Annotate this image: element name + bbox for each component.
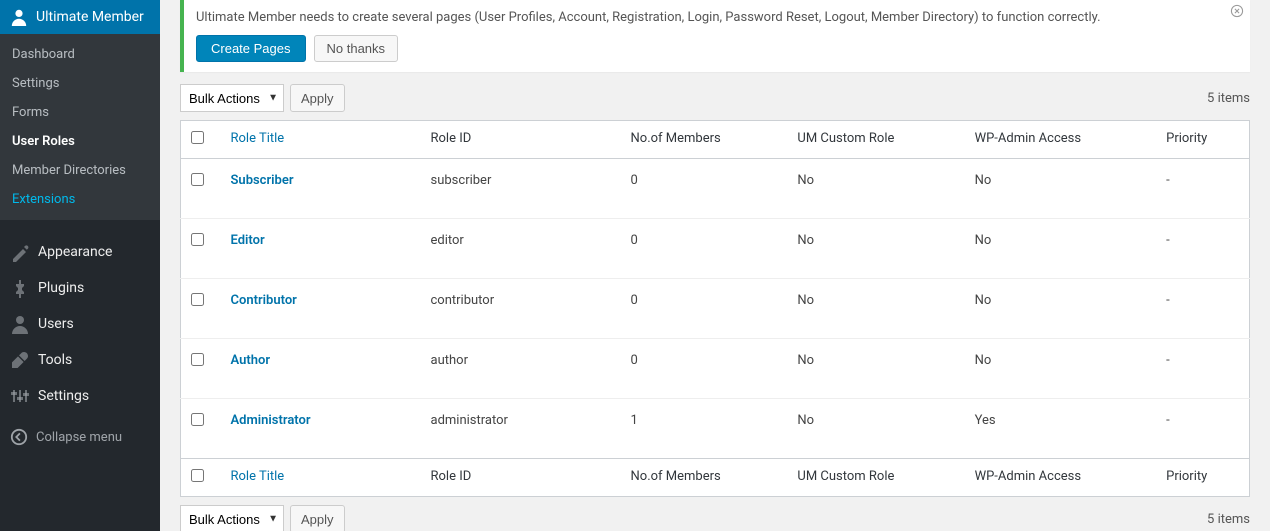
table-row: Contributorcontributor0NoNo- (181, 279, 1250, 339)
row-checkbox[interactable] (191, 353, 204, 366)
members-cell: 0 (621, 339, 788, 399)
menu-appearance[interactable]: Appearance (0, 234, 160, 270)
plugin-title: Ultimate Member (36, 9, 144, 25)
no-thanks-button[interactable]: No thanks (314, 35, 399, 62)
collapse-icon (10, 428, 28, 446)
col-priority-foot: Priority (1156, 459, 1249, 497)
menu-users[interactable]: Users (0, 306, 160, 342)
table-row: Authorauthor0NoNo- (181, 339, 1250, 399)
members-cell: 0 (621, 159, 788, 219)
priority-cell: - (1156, 339, 1249, 399)
admin-cell: No (965, 219, 1157, 279)
setup-notice: Ultimate Member needs to create several … (180, 0, 1250, 72)
collapse-label: Collapse menu (36, 430, 122, 445)
col-role-id: Role ID (421, 121, 621, 159)
priority-cell: - (1156, 219, 1249, 279)
tablenav-bottom: Bulk Actions Apply 5 items (180, 505, 1250, 531)
tools-icon (10, 350, 30, 370)
admin-cell: No (965, 159, 1157, 219)
menu-tools[interactable]: Tools (0, 342, 160, 378)
appearance-icon (10, 242, 30, 262)
items-count-bottom: 5 items (1207, 512, 1250, 527)
priority-cell: - (1156, 399, 1249, 459)
menu-label: Settings (38, 388, 89, 404)
custom-cell: No (787, 219, 964, 279)
col-custom-foot: UM Custom Role (787, 459, 964, 497)
main-menu: Appearance Plugins Users Tools Settings (0, 220, 160, 420)
col-priority: Priority (1156, 121, 1249, 159)
role-title-link[interactable]: Editor (231, 233, 265, 248)
custom-cell: No (787, 339, 964, 399)
members-cell: 0 (621, 219, 788, 279)
col-members-foot: No.of Members (621, 459, 788, 497)
admin-cell: Yes (965, 399, 1157, 459)
col-role-title[interactable]: Role Title (231, 131, 285, 146)
collapse-menu[interactable]: Collapse menu (0, 420, 160, 454)
role-title-link[interactable]: Author (231, 353, 271, 368)
apply-button-top[interactable]: Apply (290, 84, 345, 112)
priority-cell: - (1156, 279, 1249, 339)
apply-button-bottom[interactable]: Apply (290, 505, 345, 531)
plugins-icon (10, 278, 30, 298)
notice-text: Ultimate Member needs to create several … (196, 10, 1238, 25)
plugin-submenu: DashboardSettingsFormsUser RolesMember D… (0, 34, 160, 220)
tablenav-top: Bulk Actions Apply 5 items (180, 84, 1250, 112)
role-id-cell: contributor (421, 279, 621, 339)
col-admin: WP-Admin Access (965, 121, 1157, 159)
role-id-cell: administrator (421, 399, 621, 459)
role-id-cell: editor (421, 219, 621, 279)
role-id-cell: author (421, 339, 621, 399)
settings-icon (10, 386, 30, 406)
menu-label: Plugins (38, 280, 84, 296)
dismiss-notice-icon[interactable] (1230, 4, 1244, 18)
col-role-title-foot[interactable]: Role Title (231, 469, 285, 484)
plugin-header[interactable]: Ultimate Member (0, 0, 160, 34)
users-icon (10, 314, 30, 334)
sidebar-item-extensions[interactable]: Extensions (0, 185, 160, 214)
role-title-link[interactable]: Subscriber (231, 173, 294, 188)
custom-cell: No (787, 159, 964, 219)
col-admin-foot: WP-Admin Access (965, 459, 1157, 497)
sidebar-item-dashboard[interactable]: Dashboard (0, 40, 160, 69)
row-checkbox[interactable] (191, 233, 204, 246)
main-content: Ultimate Member needs to create several … (160, 0, 1270, 531)
menu-plugins[interactable]: Plugins (0, 270, 160, 306)
menu-settings[interactable]: Settings (0, 378, 160, 414)
user-icon (10, 8, 28, 26)
sidebar-item-settings[interactable]: Settings (0, 69, 160, 98)
sidebar-item-forms[interactable]: Forms (0, 98, 160, 127)
col-members: No.of Members (621, 121, 788, 159)
custom-cell: No (787, 279, 964, 339)
items-count-top: 5 items (1207, 91, 1250, 106)
sidebar-item-member-directories[interactable]: Member Directories (0, 156, 160, 185)
custom-cell: No (787, 399, 964, 459)
role-id-cell: subscriber (421, 159, 621, 219)
members-cell: 1 (621, 399, 788, 459)
role-title-link[interactable]: Contributor (231, 293, 297, 308)
admin-cell: No (965, 339, 1157, 399)
col-role-id-foot: Role ID (421, 459, 621, 497)
bulk-actions-select-bottom[interactable]: Bulk Actions (180, 505, 284, 531)
sidebar-item-user-roles[interactable]: User Roles (0, 127, 160, 156)
select-all-top[interactable] (191, 131, 204, 144)
menu-label: Users (38, 316, 74, 332)
role-title-link[interactable]: Administrator (231, 413, 311, 428)
admin-sidebar: Ultimate Member DashboardSettingsFormsUs… (0, 0, 160, 531)
menu-label: Appearance (38, 244, 112, 260)
table-row: Administrator administrator1NoYes- (181, 399, 1250, 459)
create-pages-button[interactable]: Create Pages (196, 35, 306, 62)
roles-table: Role Title Role ID No.of Members UM Cust… (180, 120, 1250, 497)
table-row: Subscribersubscriber0NoNo- (181, 159, 1250, 219)
bulk-actions-select-top[interactable]: Bulk Actions (180, 84, 284, 112)
priority-cell: - (1156, 159, 1249, 219)
row-checkbox[interactable] (191, 173, 204, 186)
row-checkbox[interactable] (191, 413, 204, 426)
admin-cell: No (965, 279, 1157, 339)
select-all-bottom[interactable] (191, 469, 204, 482)
col-custom: UM Custom Role (787, 121, 964, 159)
members-cell: 0 (621, 279, 788, 339)
menu-label: Tools (38, 352, 72, 368)
table-row: Editoreditor0NoNo- (181, 219, 1250, 279)
row-checkbox[interactable] (191, 293, 204, 306)
